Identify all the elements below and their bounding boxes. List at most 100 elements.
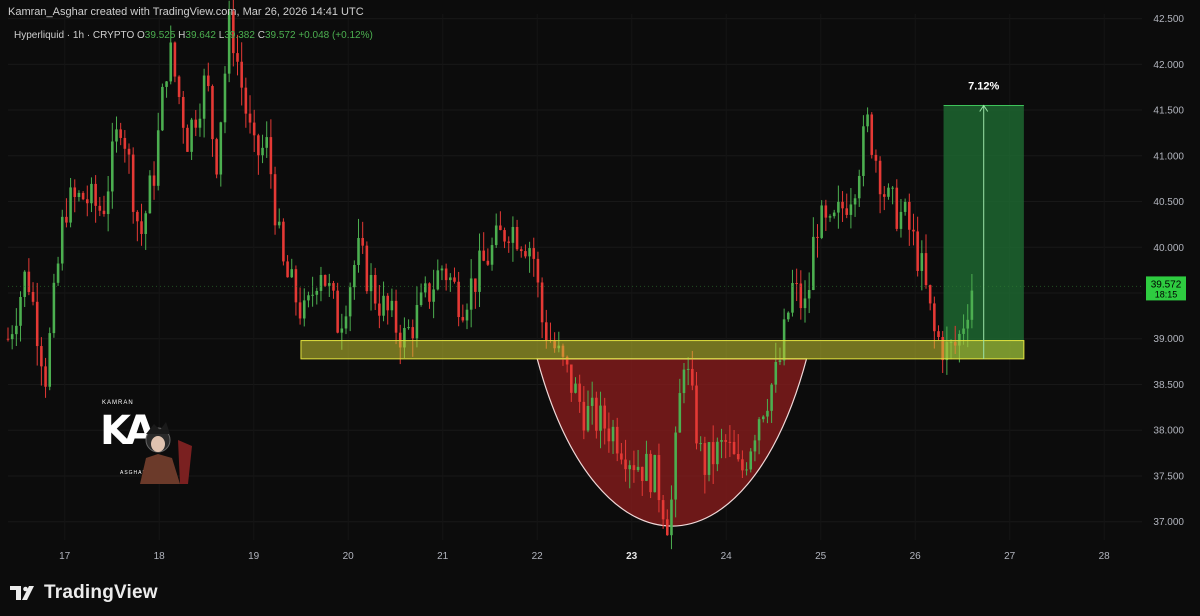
- candle-body: [874, 154, 878, 161]
- candle: [336, 282, 339, 334]
- candle-body: [937, 331, 940, 338]
- candle-body: [720, 440, 723, 442]
- candle-body: [749, 451, 753, 470]
- candle-body: [240, 61, 243, 88]
- candle-body: [640, 466, 644, 481]
- candle-body: [56, 263, 60, 283]
- candle-body: [820, 205, 823, 238]
- candle-body: [31, 291, 35, 302]
- candle-body: [23, 271, 26, 297]
- candle-body: [711, 442, 715, 465]
- candle-body: [903, 201, 907, 212]
- x-tick-label: 22: [532, 551, 544, 562]
- candle-body: [119, 129, 122, 138]
- low-value: 39.382: [224, 30, 255, 41]
- candle-body: [832, 212, 836, 217]
- candle-body: [853, 198, 857, 205]
- candle-body: [90, 183, 93, 204]
- y-tick-label: 40.000: [1153, 243, 1184, 254]
- candle: [532, 237, 536, 277]
- candle-body: [186, 127, 189, 152]
- attribution-text: Kamran_Asghar created with TradingView.c…: [8, 6, 364, 18]
- candle-body: [348, 287, 352, 317]
- candle-body: [152, 175, 156, 186]
- candle-body: [649, 453, 652, 493]
- candle-body: [912, 229, 915, 232]
- candle-body: [144, 213, 147, 234]
- candle: [920, 240, 924, 291]
- candle: [478, 233, 481, 308]
- candle: [65, 198, 68, 228]
- candle: [887, 183, 890, 200]
- candle-body: [620, 453, 623, 460]
- candle-body: [824, 205, 828, 218]
- candle: [48, 327, 52, 391]
- candle: [394, 289, 398, 345]
- candle-body: [857, 175, 861, 199]
- candle: [899, 199, 903, 238]
- candle: [878, 156, 882, 214]
- candle-body: [503, 230, 506, 242]
- candle: [94, 175, 97, 223]
- symbol-legend: Hyperliquid · 1h · CRYPTO O39.525 H39.64…: [14, 30, 373, 41]
- candle: [15, 308, 18, 347]
- candle: [849, 188, 853, 229]
- candle-body: [920, 253, 924, 271]
- candle-body: [653, 455, 657, 493]
- candle: [528, 241, 531, 273]
- candle-body: [19, 296, 22, 326]
- y-tick-label: 42.000: [1153, 60, 1184, 71]
- candle-body: [670, 499, 673, 536]
- symbol-name[interactable]: Hyperliquid · 1h · CRYPTO: [14, 30, 134, 41]
- candle-body: [27, 271, 31, 292]
- candle: [244, 77, 248, 128]
- candle-body: [636, 466, 640, 471]
- candle-body: [607, 428, 611, 442]
- candle-body: [181, 96, 185, 128]
- candle: [816, 224, 819, 258]
- candle-body: [474, 278, 477, 292]
- candle-body: [156, 130, 160, 186]
- candle: [148, 170, 152, 214]
- candle: [102, 195, 106, 217]
- candle: [507, 236, 511, 253]
- candle: [436, 259, 440, 291]
- candle: [824, 199, 828, 231]
- candle-body: [615, 426, 619, 454]
- candle-body: [849, 204, 853, 215]
- candle-body: [678, 393, 682, 433]
- candle-body: [603, 405, 606, 429]
- x-tick-label: 26: [910, 551, 922, 562]
- candle-body: [570, 364, 573, 393]
- candle: [131, 147, 135, 224]
- candle-body: [882, 194, 886, 197]
- tradingview-footer[interactable]: TradingView: [10, 581, 158, 605]
- y-tick-label: 41.500: [1153, 106, 1184, 117]
- candle-body: [236, 53, 239, 62]
- candle: [749, 448, 753, 473]
- candle-body: [528, 248, 531, 257]
- candle-body: [686, 368, 690, 370]
- candle: [373, 267, 377, 310]
- open-value: 39.525: [144, 30, 176, 41]
- candle-body: [165, 81, 168, 87]
- candle-body: [173, 42, 177, 77]
- price-chart[interactable]: 7.12% 37.000 37.500 38.000 38.500 39.000 39.5…: [0, 0, 1200, 616]
- candle-body: [799, 283, 803, 309]
- y-tick-label: 39.000: [1153, 334, 1184, 345]
- candle-body: [198, 118, 202, 128]
- candle-body: [169, 42, 173, 82]
- chart-zones: [536, 104, 1024, 527]
- candle-body: [248, 113, 252, 123]
- candle: [44, 357, 47, 398]
- candle: [85, 185, 89, 217]
- candle-body: [94, 183, 97, 206]
- tradingview-logo-icon: [10, 583, 38, 603]
- candle-body: [544, 322, 548, 341]
- current-price-tag: 39.57218:15: [1146, 276, 1186, 301]
- candle-body: [336, 290, 339, 333]
- candle-body: [745, 469, 748, 471]
- candle-body: [494, 225, 498, 246]
- candle-body: [816, 236, 819, 238]
- x-tick-label: 24: [721, 551, 733, 562]
